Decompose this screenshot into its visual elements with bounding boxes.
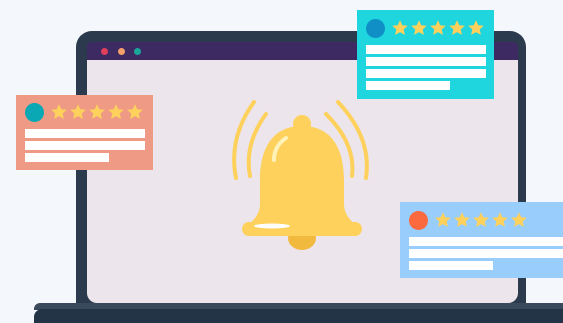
star-icon xyxy=(468,20,484,35)
star-icon xyxy=(473,212,489,227)
review-text-line xyxy=(366,69,486,78)
review-card-blue xyxy=(400,202,563,278)
review-text-line xyxy=(366,45,486,54)
reviewer-avatar xyxy=(409,211,428,230)
bell-rim xyxy=(242,222,362,236)
review-text-line xyxy=(25,129,145,138)
star-icon xyxy=(454,212,470,227)
star-rating xyxy=(434,211,528,229)
laptop-base xyxy=(34,309,563,323)
reviewer-avatar xyxy=(366,19,385,38)
star-icon xyxy=(127,104,143,119)
reviewer-avatar xyxy=(25,103,44,122)
bell-rim-highlight xyxy=(254,223,290,229)
window-minimize-dot[interactable] xyxy=(118,48,125,55)
star-icon xyxy=(435,212,451,227)
review-card-teal xyxy=(357,10,494,99)
review-text-line xyxy=(25,153,109,162)
star-icon xyxy=(70,104,86,119)
star-icon xyxy=(392,20,408,35)
review-text-line xyxy=(25,141,145,150)
review-card-salmon xyxy=(16,95,153,170)
bell-icon xyxy=(232,100,369,250)
review-text-line xyxy=(409,237,563,246)
star-icon xyxy=(89,104,105,119)
star-rating xyxy=(50,103,144,121)
review-text-line xyxy=(409,261,493,270)
bell-body xyxy=(244,126,360,228)
window-close-dot[interactable] xyxy=(101,48,108,55)
star-icon xyxy=(430,20,446,35)
window-maximize-dot[interactable] xyxy=(134,48,141,55)
star-rating xyxy=(391,19,485,37)
star-icon xyxy=(51,104,67,119)
star-icon xyxy=(511,212,527,227)
star-icon xyxy=(449,20,465,35)
review-text-line xyxy=(366,81,450,90)
star-icon xyxy=(411,20,427,35)
star-icon xyxy=(108,104,124,119)
review-text-line xyxy=(409,249,563,258)
review-text-line xyxy=(366,57,486,66)
star-icon xyxy=(492,212,508,227)
